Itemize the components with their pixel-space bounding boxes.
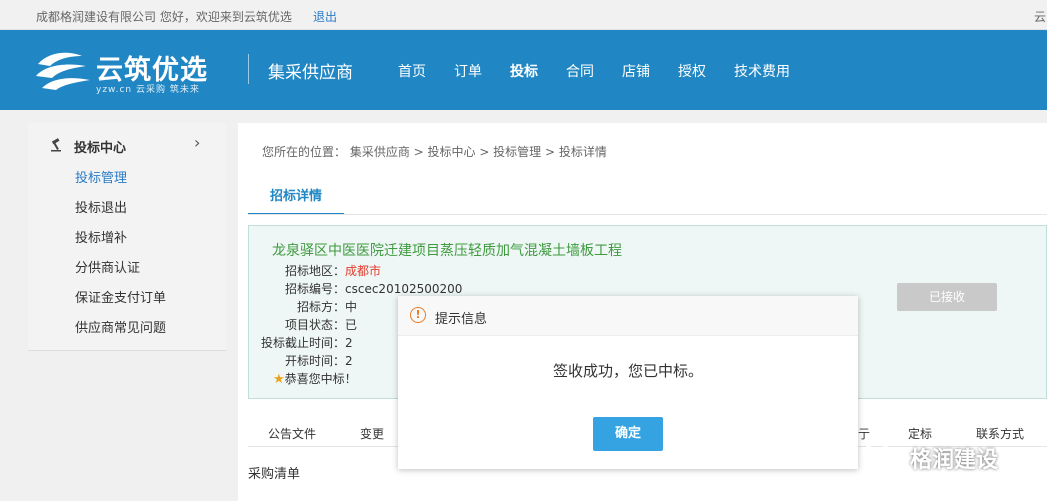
tab-divider xyxy=(248,214,1047,215)
nav-orders[interactable]: 订单 xyxy=(454,61,482,81)
congrats-text: 恭喜您中标！ xyxy=(284,372,357,386)
info-value: cscec20102500200 xyxy=(345,282,463,296)
star-icon: ★ xyxy=(273,372,285,387)
sidebar-item-supplier-faq[interactable]: 供应商常见问题 xyxy=(75,317,166,336)
header-divider xyxy=(248,54,249,84)
info-label: 招标方： xyxy=(296,300,345,314)
topbar-right-text: 云 xyxy=(1034,10,1047,24)
top-bar: 成都格润建设有限公司 您好，欢迎来到云筑优选 退出 云 xyxy=(0,0,1047,30)
tab-bid-detail[interactable]: 招标详情 xyxy=(248,183,344,215)
site-logo[interactable]: 云筑优选 yzw.cn 云采购 筑未来 xyxy=(34,46,234,96)
site-header: 云筑优选 yzw.cn 云采购 筑未来 集采供应商 首页 订单 投标 合同 店铺… xyxy=(0,30,1047,110)
confirm-button[interactable]: 确定 xyxy=(593,417,663,451)
info-value: 已 xyxy=(345,318,358,332)
nav-tech-fees[interactable]: 技术费用 xyxy=(734,61,790,81)
nav-home[interactable]: 首页 xyxy=(398,61,426,81)
dialog-header: ! 提示信息 xyxy=(398,296,858,336)
tab-announcement-files[interactable]: 公告文件 xyxy=(268,425,316,442)
chevron-right-icon[interactable]: › xyxy=(194,133,200,152)
info-value: 成都市 xyxy=(345,264,382,278)
info-label: 投标截止时间： xyxy=(260,336,345,350)
info-label: 项目状态： xyxy=(284,318,345,332)
info-row-region: 招标地区：成都市 xyxy=(209,262,609,279)
project-title[interactable]: 龙泉驿区中医医院迁建项目蒸压轻质加气混凝土墙板工程 xyxy=(272,240,622,260)
purchase-list-heading: 采购清单 xyxy=(248,467,301,482)
wechat-watermark: 格润建设 xyxy=(862,440,1042,474)
notice-dialog: ! 提示信息 签收成功，您已中标。 确定 xyxy=(398,296,858,469)
wechat-icon xyxy=(862,442,902,471)
congrats-message: ★恭喜您中标！ xyxy=(273,370,357,387)
info-label: 开标时间： xyxy=(284,354,345,368)
accepted-button[interactable]: 已接收 xyxy=(897,283,997,311)
breadcrumb: 您所在的位置： 集采供应商 > 投标中心 > 投标管理 > 投标详情 xyxy=(262,145,607,159)
info-value: 中 xyxy=(345,300,358,314)
info-label: 招标地区： xyxy=(284,264,345,278)
section-title: 集采供应商 xyxy=(268,63,353,83)
info-label: 招标编号： xyxy=(284,282,345,296)
dialog-title: 提示信息 xyxy=(435,312,488,327)
warning-icon: ! xyxy=(410,307,426,323)
logo-subtext: yzw.cn 云采购 筑未来 xyxy=(96,85,200,95)
info-value: 2 xyxy=(345,336,353,350)
sidebar: 投标中心 › 投标管理 投标退出 投标增补 分供商认证 保证金支付订单 供应商常… xyxy=(28,123,226,351)
sidebar-item-bid-management[interactable]: 投标管理 xyxy=(75,167,127,186)
nav-store[interactable]: 店铺 xyxy=(622,61,650,81)
sidebar-item-bid-supplement[interactable]: 投标增补 xyxy=(75,227,127,246)
sidebar-item-deposit-orders[interactable]: 保证金支付订单 xyxy=(75,287,166,306)
tab-changes[interactable]: 变更 xyxy=(360,425,384,442)
logout-link[interactable]: 退出 xyxy=(313,8,337,25)
sidebar-heading[interactable]: 投标中心 xyxy=(74,137,126,156)
sidebar-item-subcontractor-cert[interactable]: 分供商认证 xyxy=(75,257,140,276)
watermark-text: 格润建设 xyxy=(910,448,999,473)
nav-contracts[interactable]: 合同 xyxy=(566,61,594,81)
info-value: 2 xyxy=(345,354,353,368)
logo-mark-icon xyxy=(36,52,90,90)
dialog-message: 签收成功，您已中标。 xyxy=(552,362,703,380)
welcome-text: 成都格润建设有限公司 您好，欢迎来到云筑优选 xyxy=(36,10,292,24)
nav-authorization[interactable]: 授权 xyxy=(678,61,706,81)
nav-bidding[interactable]: 投标 xyxy=(510,61,538,81)
gavel-icon xyxy=(51,138,61,152)
main-nav: 首页 订单 投标 合同 店铺 授权 技术费用 xyxy=(398,61,818,81)
info-row-bid-number: 招标编号：cscec20102500200 xyxy=(209,280,609,297)
sidebar-item-bid-withdraw[interactable]: 投标退出 xyxy=(75,197,127,216)
